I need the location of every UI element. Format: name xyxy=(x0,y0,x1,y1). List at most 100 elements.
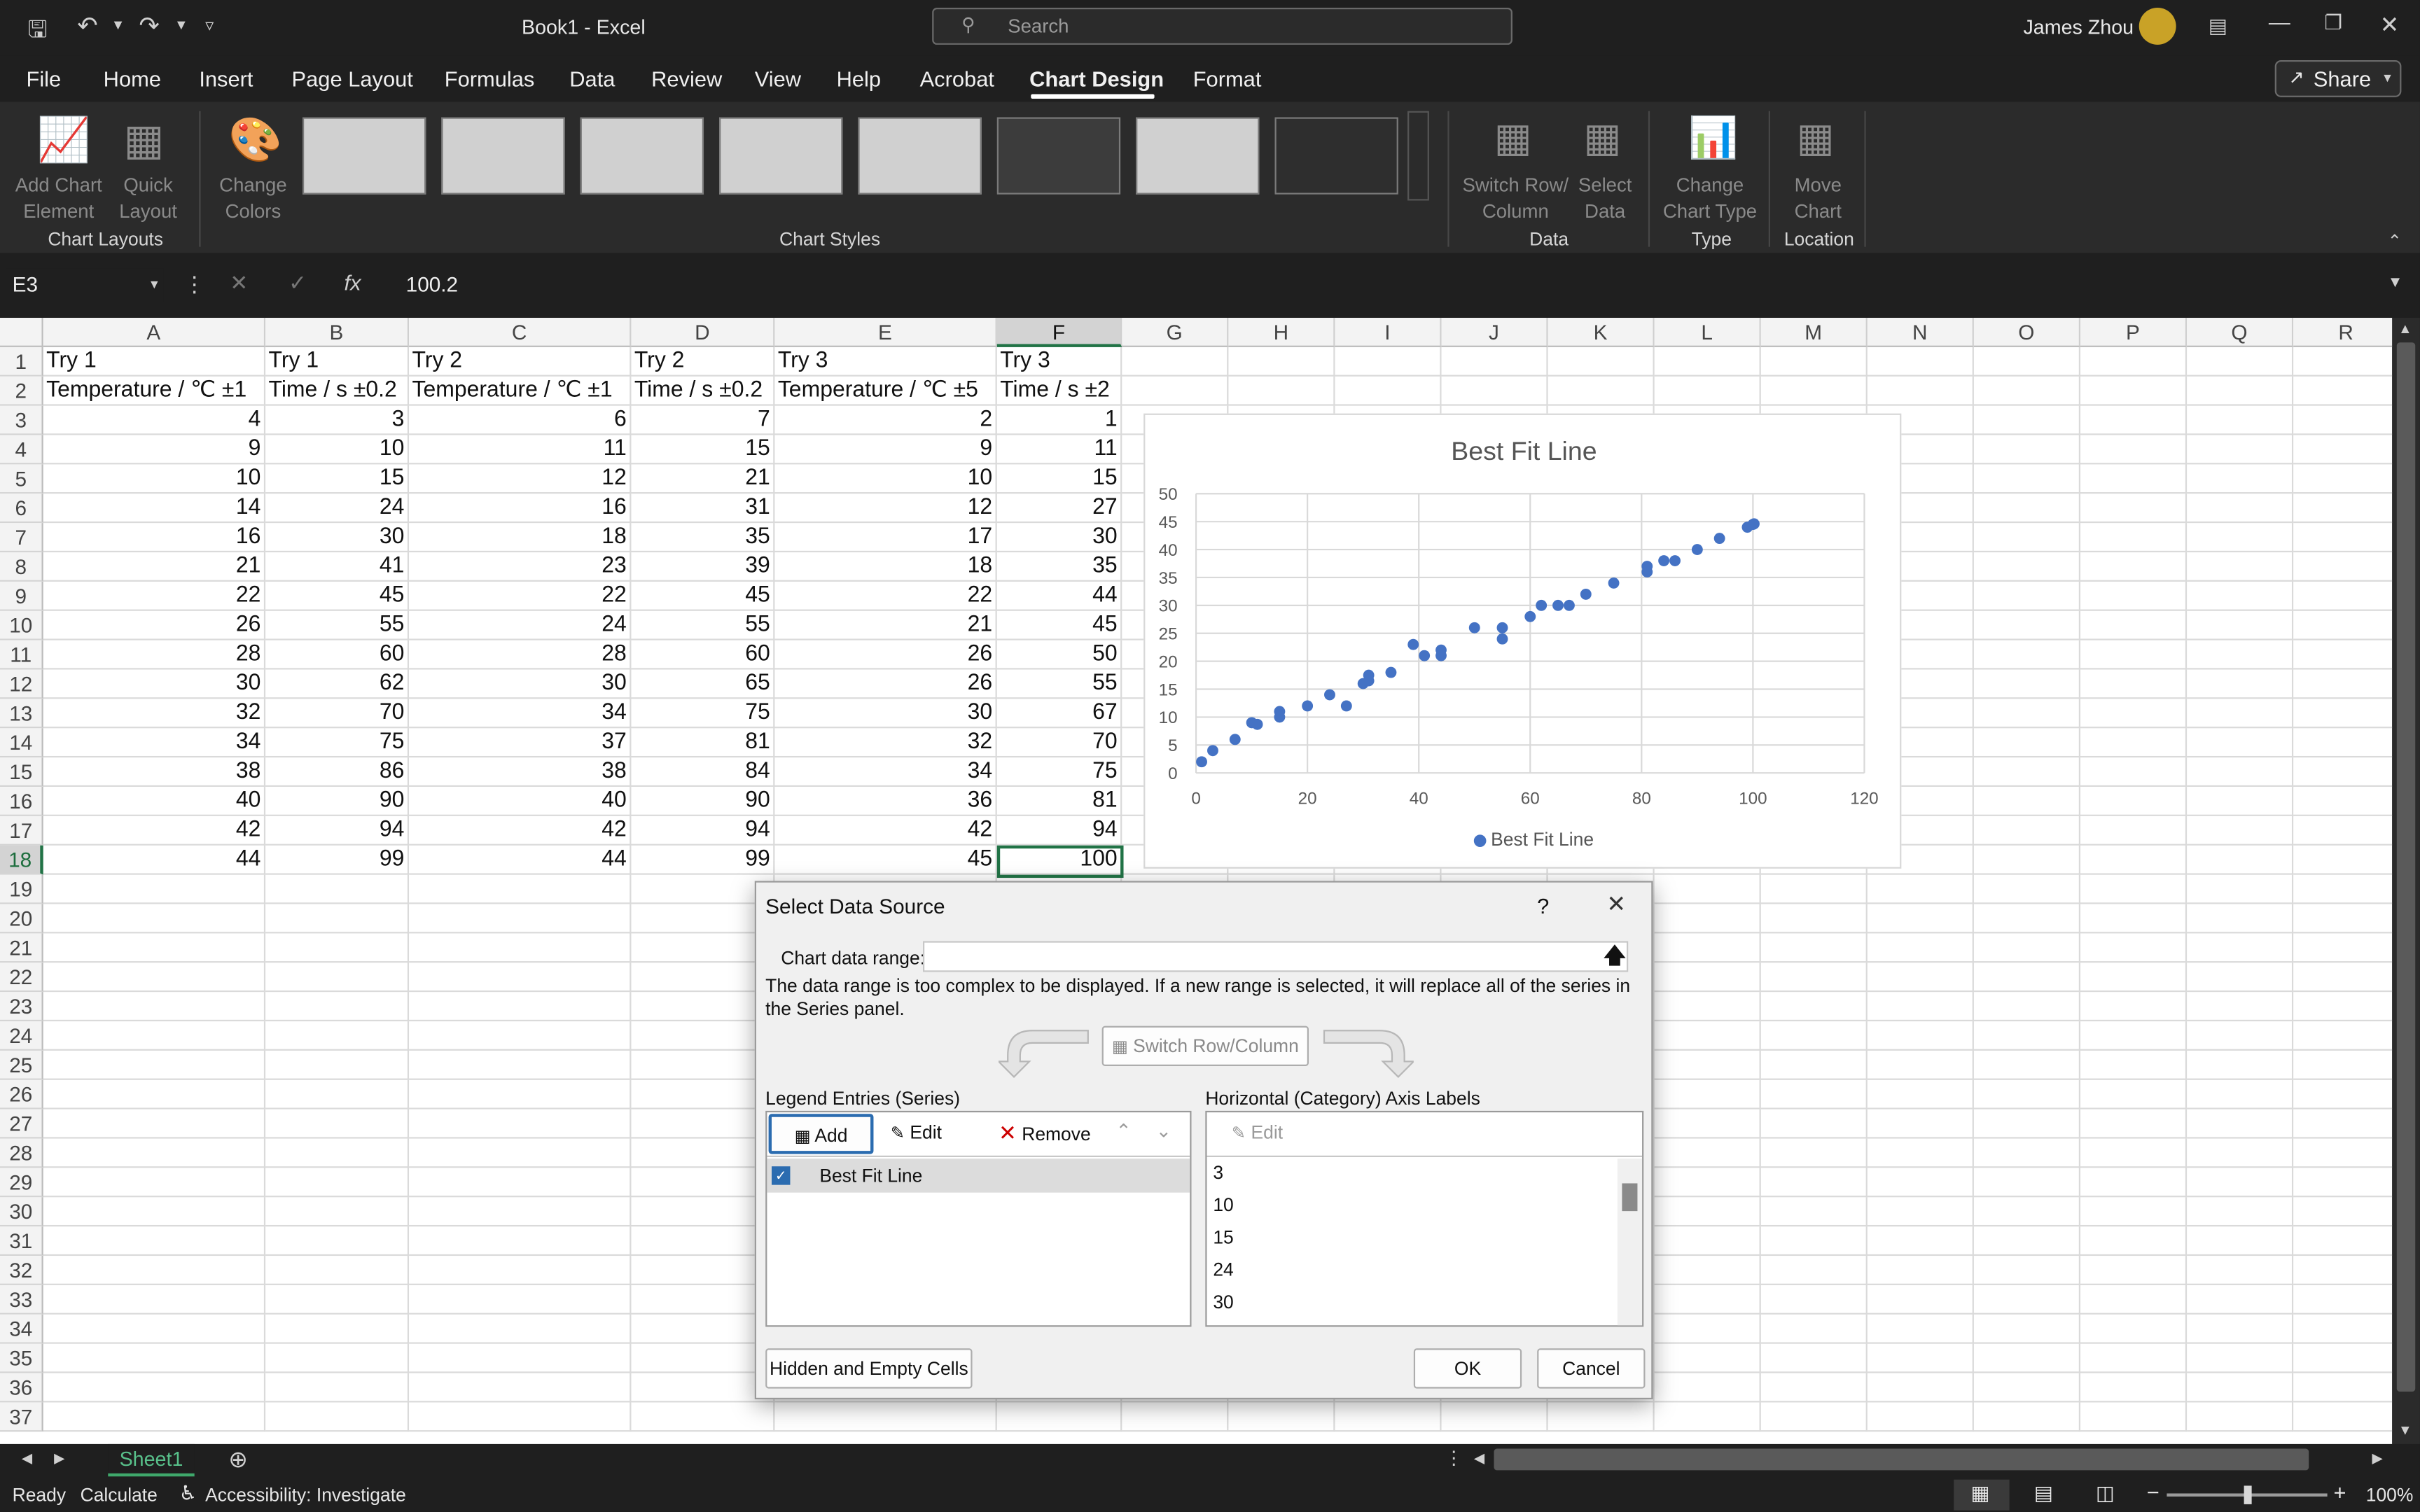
search-box[interactable]: ⚲ Search xyxy=(932,8,1512,45)
grid-cell[interactable] xyxy=(43,992,266,1022)
row-header[interactable]: 33 xyxy=(0,1284,43,1315)
data-cell[interactable]: 1 xyxy=(996,405,1122,435)
grid-cell[interactable] xyxy=(1867,1284,1974,1315)
data-point[interactable] xyxy=(1564,599,1575,611)
data-cell[interactable]: 15 xyxy=(265,464,410,494)
grid-cell[interactable] xyxy=(2187,845,2294,875)
column-header[interactable]: J xyxy=(1441,318,1548,347)
grid-cell[interactable] xyxy=(2293,1168,2393,1198)
grid-cell[interactable] xyxy=(1654,376,1761,406)
grid-cell[interactable] xyxy=(265,874,410,904)
grid-cell[interactable] xyxy=(265,904,410,934)
collapse-range-icon[interactable]: 🡅 xyxy=(1604,939,1626,976)
grid-cell[interactable] xyxy=(43,1109,266,1139)
grid-cell[interactable] xyxy=(2080,552,2188,582)
grid-cell[interactable] xyxy=(2187,816,2294,846)
grid-cell[interactable] xyxy=(631,874,775,904)
grid-cell[interactable] xyxy=(43,1314,266,1344)
data-cell[interactable]: 28 xyxy=(409,640,632,670)
grid-cell[interactable] xyxy=(409,904,632,934)
grid-cell[interactable] xyxy=(2187,874,2294,904)
grid-cell[interactable] xyxy=(2187,1256,2294,1285)
grid-cell[interactable] xyxy=(1867,1314,1974,1344)
data-point[interactable] xyxy=(1608,578,1620,589)
quick-layout-button[interactable]: ▦ Quick Layout xyxy=(105,111,191,222)
grid-cell[interactable] xyxy=(265,1168,410,1198)
grid-cell[interactable] xyxy=(2187,346,2294,377)
grid-cell[interactable] xyxy=(2187,1226,2294,1256)
grid-cell[interactable] xyxy=(2187,435,2294,465)
data-cell[interactable]: 11 xyxy=(409,435,632,465)
grid-cell[interactable] xyxy=(1973,1050,2080,1080)
grid-cell[interactable] xyxy=(1867,1050,1974,1080)
edit-axis-labels-button[interactable]: ✎ Edit xyxy=(1232,1121,1283,1143)
add-series-button[interactable]: ▦ Add xyxy=(768,1114,874,1154)
restore-icon[interactable]: ❐ xyxy=(2324,10,2342,35)
grid-cell[interactable] xyxy=(43,874,266,904)
grid-cell[interactable] xyxy=(2293,728,2393,758)
grid-cell[interactable] xyxy=(1973,376,2080,406)
row-header[interactable]: 21 xyxy=(0,933,43,963)
chart-style-6[interactable] xyxy=(996,117,1121,195)
tab-page-layout[interactable]: Page Layout xyxy=(292,66,413,91)
grid-cell[interactable] xyxy=(774,1402,997,1432)
status-calculate[interactable]: Calculate xyxy=(81,1484,158,1506)
grid-cell[interactable] xyxy=(2187,962,2294,993)
sheet-tab-sheet1[interactable]: Sheet1 xyxy=(108,1443,195,1477)
data-cell[interactable]: 30 xyxy=(774,699,997,729)
grid-cell[interactable] xyxy=(1973,640,2080,670)
data-cell[interactable]: 99 xyxy=(265,845,410,875)
grid-cell[interactable] xyxy=(1867,1168,1974,1198)
grid-cell[interactable] xyxy=(2187,1168,2294,1198)
data-point[interactable] xyxy=(1407,638,1419,650)
grid-cell[interactable] xyxy=(1122,346,1229,377)
status-accessibility[interactable]: Accessibility: Investigate xyxy=(205,1484,406,1506)
data-cell[interactable]: 40 xyxy=(409,787,632,816)
grid-cell[interactable] xyxy=(2080,1284,2188,1315)
grid-cell[interactable] xyxy=(1973,962,2080,993)
data-cell[interactable]: 12 xyxy=(774,493,997,524)
grid-cell[interactable] xyxy=(631,933,775,963)
data-cell[interactable]: 94 xyxy=(265,816,410,846)
grid-cell[interactable] xyxy=(1654,1373,1761,1403)
column-header[interactable]: A xyxy=(43,318,266,347)
grid-cell[interactable] xyxy=(1548,346,1655,377)
column-header[interactable]: H xyxy=(1228,318,1335,347)
data-cell[interactable]: 21 xyxy=(43,552,266,582)
series-checkbox[interactable]: ✓ xyxy=(772,1166,791,1185)
grid-cell[interactable] xyxy=(43,1168,266,1198)
grid-cell[interactable] xyxy=(1973,1373,2080,1403)
data-cell[interactable]: 26 xyxy=(774,640,997,670)
header-cell[interactable]: Temperature / ℃ ±1 xyxy=(409,376,632,406)
data-cell[interactable]: 60 xyxy=(265,640,410,670)
grid-cell[interactable] xyxy=(1760,1021,1868,1051)
grid-cell[interactable] xyxy=(631,1314,775,1344)
grid-cell[interactable] xyxy=(2293,1256,2393,1285)
grid-cell[interactable] xyxy=(2080,405,2188,435)
data-cell[interactable]: 94 xyxy=(996,816,1122,846)
page-break-view-icon[interactable]: ◫ xyxy=(2096,1481,2115,1506)
zoom-level[interactable]: 100% xyxy=(2366,1484,2414,1506)
tab-view[interactable]: View xyxy=(755,66,801,91)
grid-cell[interactable] xyxy=(1867,1256,1974,1285)
grid-cell[interactable] xyxy=(2080,1168,2188,1198)
column-header[interactable]: E xyxy=(774,318,997,347)
share-button[interactable]: ↗ Share ▼ xyxy=(2274,59,2402,97)
data-cell[interactable]: 10 xyxy=(265,435,410,465)
grid-cell[interactable] xyxy=(409,1256,632,1285)
data-cell[interactable]: 45 xyxy=(996,610,1122,640)
tab-insert[interactable]: Insert xyxy=(199,66,253,91)
grid-cell[interactable] xyxy=(1760,1079,1868,1110)
data-cell[interactable]: 26 xyxy=(43,610,266,640)
chevron-down-icon[interactable]: ▼ xyxy=(111,17,125,32)
avatar[interactable] xyxy=(2139,8,2176,45)
data-cell[interactable]: 18 xyxy=(409,523,632,553)
grid-cell[interactable] xyxy=(2187,1284,2294,1315)
grid-cell[interactable] xyxy=(409,1079,632,1110)
formula-input[interactable]: 100.2 xyxy=(389,268,2379,302)
data-point[interactable] xyxy=(1552,599,1564,611)
grid-cell[interactable] xyxy=(43,1050,266,1080)
grid-cell[interactable] xyxy=(1760,1314,1868,1344)
tab-data[interactable]: Data xyxy=(569,66,615,91)
data-cell[interactable]: 22 xyxy=(409,581,632,611)
